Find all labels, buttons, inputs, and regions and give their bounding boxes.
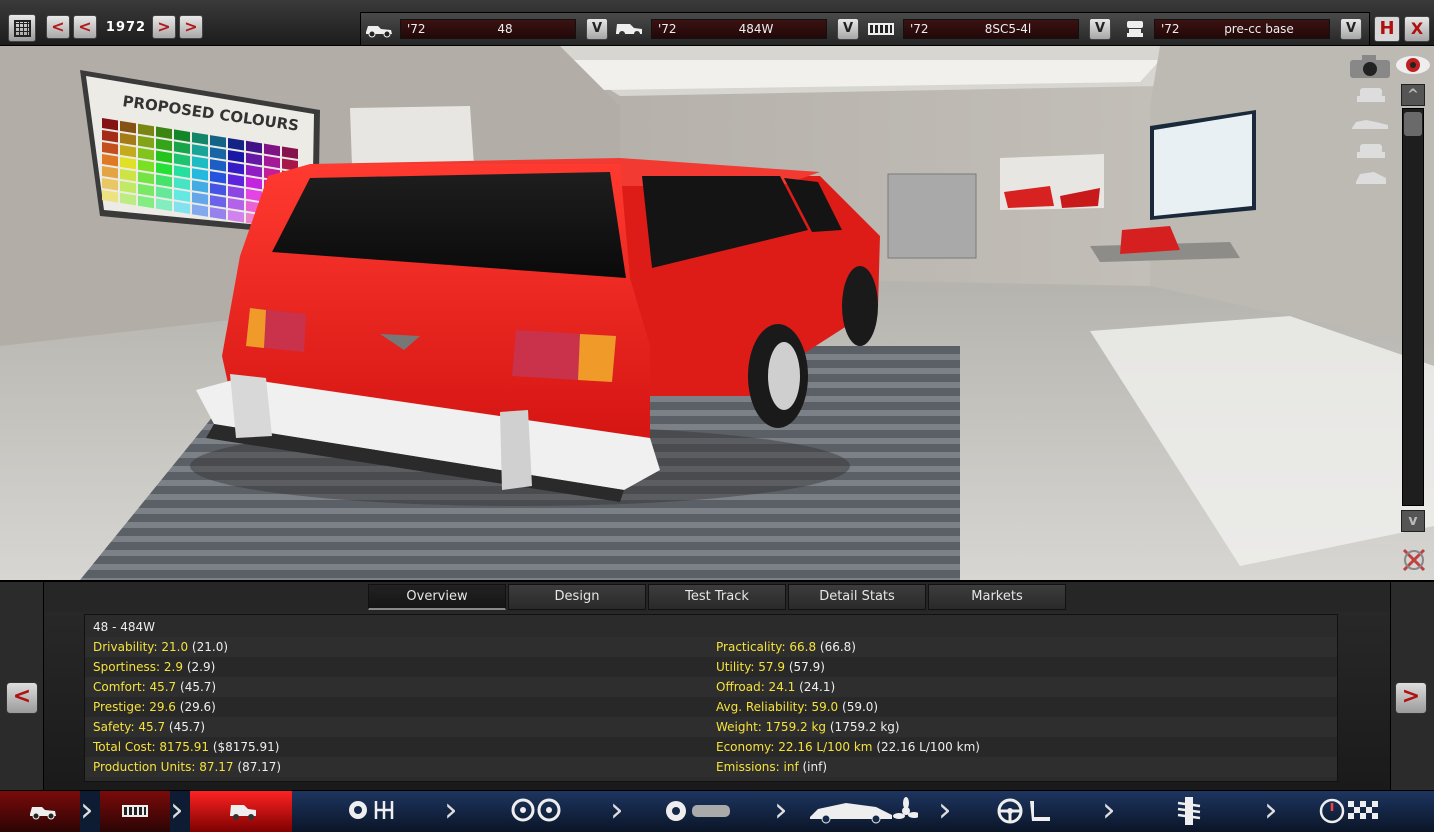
wheel-icon[interactable] (510, 797, 564, 823)
prev-year-button[interactable]: < (73, 15, 97, 39)
reset-view-icon[interactable] (1400, 546, 1428, 574)
body-select[interactable]: '72 484W (651, 19, 827, 39)
calendar-icon (14, 20, 31, 37)
front-view-icon[interactable] (1354, 140, 1388, 162)
car-body-icon (230, 805, 256, 820)
aero-car-icon[interactable] (806, 795, 918, 827)
engine-select[interactable]: '72 8SC5-4l (903, 19, 1079, 39)
engine-variant-dropdown-button[interactable]: V (1340, 18, 1362, 40)
tab-markets[interactable]: Markets (928, 584, 1066, 610)
garage-scene: PROPOSED COLOURS (0, 46, 1434, 580)
chassis-select[interactable]: '72 48 (400, 19, 576, 39)
next-panel-button[interactable]: > (1395, 682, 1427, 714)
zoom-scrollbar-thumb[interactable] (1404, 112, 1422, 136)
engine-block-icon (122, 805, 148, 817)
steering-wheel-icon[interactable] (996, 797, 1054, 825)
nav-body-active[interactable] (190, 791, 292, 832)
stat-weight: Weight: 1759.2 kg (1759.2 kg) (716, 720, 900, 734)
stat-avg-reliability: Avg. Reliability: 59.0 (59.0) (716, 700, 879, 714)
chassis-dropdown-button[interactable]: V (586, 18, 608, 40)
save-button[interactable]: H (1374, 16, 1400, 42)
close-button[interactable]: X (1404, 16, 1430, 42)
scroll-down-button[interactable]: v (1401, 510, 1425, 532)
chevron-right-icon: › (1264, 790, 1278, 830)
camera-icon[interactable] (1348, 52, 1392, 80)
stat-total-cost: Total Cost: 8175.91 ($8175.91) (93, 740, 280, 754)
year-display: 1972 (105, 20, 147, 35)
tyre-brake-icon[interactable] (664, 799, 734, 823)
stat-utility: Utility: 57.9 (57.9) (716, 660, 825, 674)
tab-design[interactable]: Design (508, 584, 646, 610)
gearbox-icon[interactable] (346, 797, 406, 823)
chassis-icon (30, 807, 56, 820)
engine-variant-select[interactable]: '72 pre-cc base (1154, 19, 1330, 39)
engine-block-icon (868, 23, 894, 35)
piston-icon (1127, 21, 1143, 37)
shock-absorber-icon[interactable] (1172, 795, 1206, 827)
stat-drivability: Drivability: 21.0 (21.0) (93, 640, 229, 654)
tab-overview[interactable]: Overview (368, 584, 506, 610)
overview-stats: 48 - 484W Drivability: 21.0 (21.0) Sport… (84, 614, 1338, 782)
chevron-right-icon: › (170, 790, 184, 830)
chassis-icon (366, 26, 392, 38)
eye-icon[interactable] (1394, 52, 1432, 78)
stat-economy: Economy: 22.16 L/100 km (22.16 L/100 km) (716, 740, 980, 754)
rear-view-icon[interactable] (1354, 84, 1388, 106)
chevron-right-icon: › (774, 790, 788, 830)
nav-engine[interactable] (100, 791, 170, 832)
stat-production-units: Production Units: 87.17 (87.17) (93, 760, 282, 774)
side-view-icon[interactable] (1350, 114, 1390, 134)
stat-emissions: Emissions: inf (inf) (716, 760, 828, 774)
nav-chassis[interactable] (0, 791, 80, 832)
stat-practicality: Practicality: 66.8 (66.8) (716, 640, 856, 654)
tab-detail-stats[interactable]: Detail Stats (788, 584, 926, 610)
stat-sportiness: Sportiness: 2.9 (2.9) (93, 660, 216, 674)
scroll-up-button[interactable]: ^ (1401, 84, 1425, 106)
chevron-right-icon: › (80, 790, 94, 830)
top-toolbar: < < 1972 > > '72 48 V '72 484W V '72 8SC… (0, 0, 1434, 46)
prev-panel-button[interactable]: < (6, 682, 38, 714)
stat-offroad: Offroad: 24.1 (24.1) (716, 680, 836, 694)
zoom-scrollbar-track[interactable] (1402, 108, 1424, 506)
stat-prestige: Prestige: 29.6 (29.6) (93, 700, 216, 714)
stat-comfort: Comfort: 45.7 (45.7) (93, 680, 217, 694)
chevron-right-icon: › (938, 790, 952, 830)
chevron-right-icon: › (444, 790, 458, 830)
chevron-right-icon: › (610, 790, 624, 830)
car-title: 48 - 484W (93, 620, 155, 634)
gauge-checker-icon[interactable] (1318, 797, 1382, 825)
stat-safety: Safety: 45.7 (45.7) (93, 720, 206, 734)
body-dropdown-button[interactable]: V (837, 18, 859, 40)
three-quarter-view-icon[interactable] (1352, 166, 1390, 190)
engine-dropdown-button[interactable]: V (1089, 18, 1111, 40)
next-decade-button[interactable]: > (179, 15, 203, 39)
garage-viewport[interactable]: PROPOSED COLOURS ^ v (0, 46, 1434, 580)
tab-test-track[interactable]: Test Track (648, 584, 786, 610)
calendar-button[interactable] (8, 14, 36, 42)
chevron-right-icon: › (1102, 790, 1116, 830)
designer-stage-nav: › › › › › › › › (0, 790, 1434, 832)
car-body-icon (616, 24, 642, 37)
next-year-button[interactable]: > (152, 15, 176, 39)
prev-decade-button[interactable]: < (46, 15, 70, 39)
